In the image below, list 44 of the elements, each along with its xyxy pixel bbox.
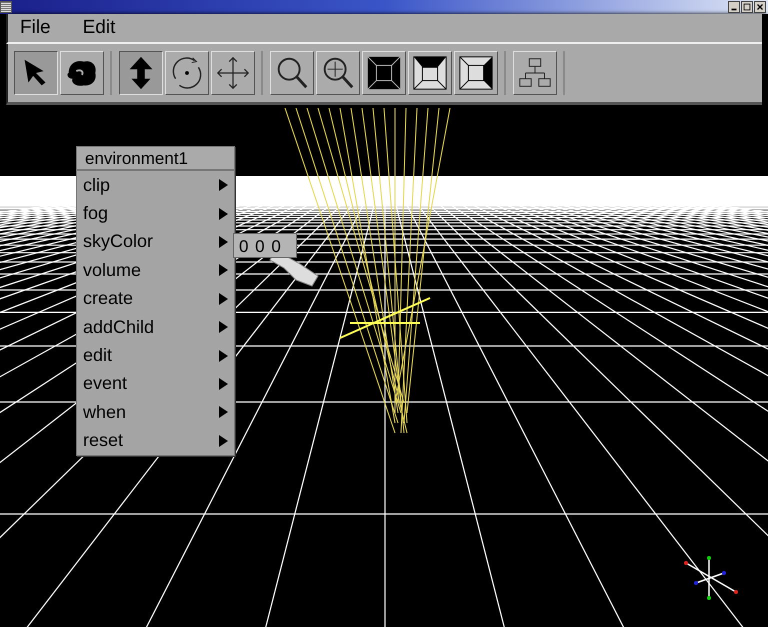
- window-menu-icon[interactable]: [0, 1, 12, 13]
- value-field[interactable]: 0 0 0: [233, 233, 297, 258]
- menu-item[interactable]: volume: [77, 256, 234, 285]
- menu-item[interactable]: addChild: [77, 312, 234, 342]
- menu-item[interactable]: fog: [77, 199, 234, 228]
- menu-item-label: reset: [83, 430, 124, 452]
- submenu-arrow-icon: [218, 321, 228, 334]
- submenu-arrow-icon: [218, 179, 228, 192]
- submenu-arrow-icon: [218, 292, 228, 305]
- frame-side-icon: [457, 54, 495, 92]
- tool-button[interactable]: [119, 51, 163, 95]
- frame-top-icon: [411, 54, 449, 92]
- menu-item-label: edit: [83, 345, 112, 366]
- frame-front-icon: [365, 54, 403, 92]
- menu-item-label: fog: [83, 203, 108, 224]
- menu-item[interactable]: Edit: [82, 17, 116, 39]
- menu-item-label: clip: [83, 174, 110, 196]
- menu-item-label: addChild: [83, 316, 154, 338]
- four-way-arrow-icon: [214, 54, 252, 92]
- menu-item[interactable]: clip: [77, 171, 234, 200]
- menu-item[interactable]: skyColor: [77, 228, 234, 256]
- menu-item[interactable]: create: [77, 284, 234, 313]
- submenu-arrow-icon: [218, 350, 228, 362]
- menu-item-label: when: [83, 402, 126, 423]
- submenu-arrow-icon: [218, 434, 228, 447]
- menu-item[interactable]: edit: [77, 341, 234, 370]
- menu-item[interactable]: event: [77, 370, 234, 398]
- menu-item-label: volume: [83, 260, 142, 281]
- menu-item[interactable]: reset: [77, 426, 234, 455]
- tool-button[interactable]: [14, 51, 58, 95]
- submenu-arrow-icon: [218, 378, 228, 390]
- submenu-arrow-icon: [218, 236, 228, 248]
- submenu-arrow-icon: [218, 406, 228, 418]
- menu-item-label: event: [83, 373, 128, 394]
- close-icon[interactable]: [754, 1, 766, 13]
- menu-item[interactable]: File: [20, 17, 51, 39]
- menu-item-label: skyColor: [83, 231, 154, 252]
- submenu-arrow-icon: [218, 264, 228, 276]
- minimize-icon[interactable]: [728, 1, 740, 13]
- maximize-icon[interactable]: [741, 1, 753, 13]
- menu-item[interactable]: when: [77, 398, 234, 427]
- submenu-arrow-icon: [218, 208, 228, 220]
- menu-title: environment1: [77, 147, 234, 171]
- menu-item-label: create: [83, 288, 134, 310]
